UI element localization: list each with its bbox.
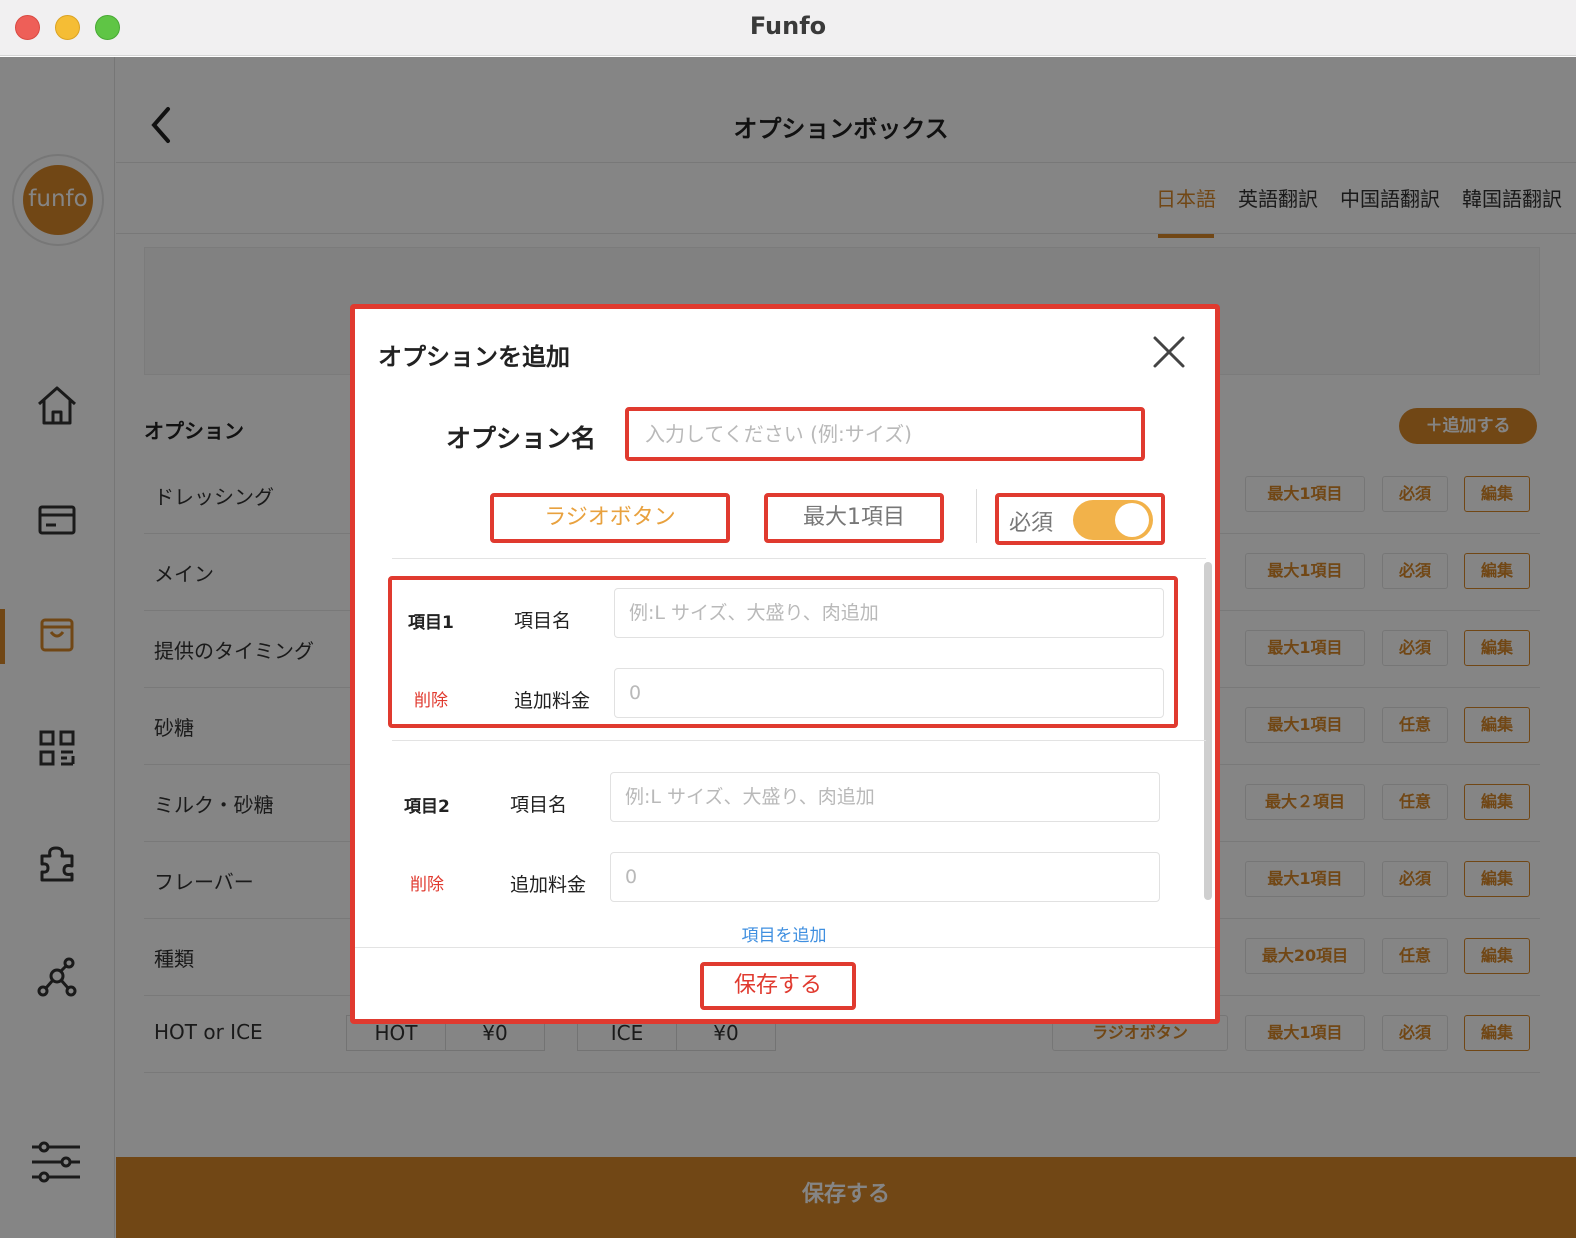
scrollbar[interactable] — [1204, 562, 1212, 900]
item-number: 項目1 — [408, 613, 454, 633]
close-icon[interactable] — [1150, 333, 1188, 371]
option-item-1: 項目1 削除 項目名 追加料金 — [388, 576, 1178, 728]
option-name-label: オプション名 — [446, 424, 597, 453]
max-items-select[interactable]: 最大1項目 — [764, 493, 944, 543]
item-name-input[interactable] — [610, 772, 1160, 822]
option-name-input[interactable] — [625, 407, 1145, 461]
item-name-label: 項目名 — [510, 794, 568, 816]
required-toggle-group: 必須 — [995, 493, 1165, 545]
toggle-knob — [1115, 503, 1149, 537]
delete-item-link[interactable]: 削除 — [414, 686, 448, 711]
save-button[interactable]: 保存する — [700, 962, 856, 1010]
add-option-dialog: オプションを追加 オプション名 ラジオボタン 最大1項目 必須 項目1 削除 項… — [352, 307, 1220, 1023]
divider — [392, 740, 1206, 741]
divider — [352, 947, 1220, 948]
delete-item-link[interactable]: 削除 — [410, 870, 444, 895]
divider — [976, 489, 977, 543]
item-name-label: 項目名 — [514, 610, 572, 632]
window-title: Funfo — [749, 12, 827, 40]
item-price-input[interactable] — [610, 852, 1160, 902]
option-item-2: 項目2 削除 項目名 追加料金 — [388, 764, 1178, 916]
add-item-link[interactable]: 項目を追加 — [352, 921, 1216, 946]
required-toggle[interactable] — [1073, 500, 1153, 540]
option-type-select[interactable]: ラジオボタン — [490, 493, 730, 543]
required-label: 必須 — [1009, 511, 1054, 536]
window-titlebar: Funfo — [0, 0, 1576, 56]
dialog-title: オプションを追加 — [378, 343, 570, 371]
item-price-input[interactable] — [614, 668, 1164, 718]
item-name-input[interactable] — [614, 588, 1164, 638]
item-number: 項目2 — [404, 797, 450, 817]
divider — [392, 558, 1206, 559]
item-price-label: 追加料金 — [510, 874, 587, 896]
item-price-label: 追加料金 — [514, 690, 591, 712]
